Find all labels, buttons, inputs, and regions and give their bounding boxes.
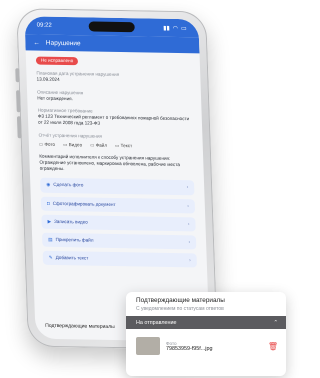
- field-requirement: Нормативное требование Ф3 123 Технически…: [38, 108, 193, 129]
- chevron-right-icon: ›: [187, 202, 189, 208]
- camera-icon: ◘: [46, 200, 50, 206]
- action-label: Записать видео: [54, 218, 88, 225]
- side-button: [15, 68, 20, 83]
- back-arrow-icon[interactable]: ←: [33, 39, 40, 46]
- photo-icon: ◉: [46, 182, 51, 188]
- status-time: 09:22: [36, 22, 52, 29]
- materials-heading: Подтверждающие материалы: [45, 322, 115, 331]
- text-icon: ✎: [48, 255, 53, 261]
- chevron-right-icon: ›: [187, 221, 190, 227]
- chevron-right-icon: ›: [189, 257, 191, 263]
- attachments-section: Отчёт устранения нарушения Фото Видео Фа…: [38, 132, 192, 150]
- dynamic-island: [88, 21, 135, 33]
- card-subtitle: С уведомлением по статусам ответов: [136, 306, 224, 312]
- executor-comment: Комментарий исполнителя к способу устран…: [39, 153, 181, 172]
- record-video-button[interactable]: ▶ Записать видео ›: [41, 214, 196, 232]
- battery-icon: ▭: [180, 25, 187, 32]
- wifi-icon: ◠: [172, 25, 179, 32]
- chevron-up-icon: ⌃: [273, 319, 278, 326]
- attach-video[interactable]: Видео: [63, 142, 83, 149]
- file-thumbnail: [136, 337, 160, 355]
- video-icon: ▶: [47, 218, 52, 224]
- materials-card: Подтверждающие материалы С уведомлением …: [126, 292, 286, 376]
- attach-file[interactable]: Файл: [90, 142, 107, 148]
- attach-text[interactable]: Текст: [115, 143, 133, 149]
- stage: 09:22 ▮▮ ◠ ▭ ← Нарушение Не исправлено П…: [0, 0, 286, 378]
- volume-up-button: [16, 90, 21, 113]
- file-info: Фото 79853959-f95f...jpg: [166, 341, 262, 352]
- action-label: Прикрепить файл: [55, 236, 94, 243]
- attach-photo[interactable]: Фото: [39, 141, 55, 147]
- take-photo-button[interactable]: ◉ Сделать фото ›: [40, 178, 195, 195]
- file-row[interactable]: Фото 79853959-f95f...jpg 🗑: [126, 329, 286, 355]
- file-icon: ▤: [48, 236, 53, 242]
- field-description: Описание нарушения Нет ограждения.: [37, 89, 191, 104]
- volume-down-button: [16, 116, 22, 139]
- field-value: Ф3 123 Технический регламент о требовани…: [37, 113, 190, 126]
- status-icons: ▮▮ ◠ ▭: [163, 24, 187, 31]
- violation-details: Не исправлено Плановая дата устранения н…: [26, 50, 208, 274]
- status-badge: Не исправлено: [35, 56, 79, 66]
- file-name: 79853959-f95f...jpg: [166, 345, 213, 352]
- action-label: Сделать фото: [53, 182, 84, 188]
- trash-icon[interactable]: 🗑: [268, 342, 278, 351]
- scan-document-button[interactable]: ◘ Сфотографировать документ ›: [40, 196, 196, 214]
- action-list: ◉ Сделать фото › ◘ Сфотографировать докуме…: [40, 178, 198, 268]
- card-title: Подтверждающие материалы: [136, 297, 225, 304]
- action-label: Добавить текст: [55, 255, 89, 261]
- filter-label: На отправление: [136, 319, 177, 326]
- attach-file-button[interactable]: ▤ Прикрепить файл ›: [41, 232, 197, 250]
- filter-dropdown[interactable]: На отправление ⌃: [126, 316, 286, 329]
- field-value: 13.09.2024: [36, 76, 60, 83]
- add-text-button[interactable]: ✎ Добавить текст ›: [42, 250, 198, 268]
- action-label: Сфотографировать документ: [52, 200, 116, 207]
- attachments-row: Фото Видео Файл Текст: [39, 141, 193, 150]
- field-value: Нет ограждения.: [37, 95, 73, 101]
- field-planned-date: Плановая дата устранения нарушения 13.09…: [36, 71, 190, 86]
- signal-icon: ▮▮: [163, 25, 170, 32]
- attachments-label: Отчёт устранения нарушения: [38, 132, 103, 139]
- chevron-right-icon: ›: [186, 184, 189, 190]
- page-title: Нарушение: [45, 39, 81, 47]
- chevron-right-icon: ›: [188, 239, 191, 245]
